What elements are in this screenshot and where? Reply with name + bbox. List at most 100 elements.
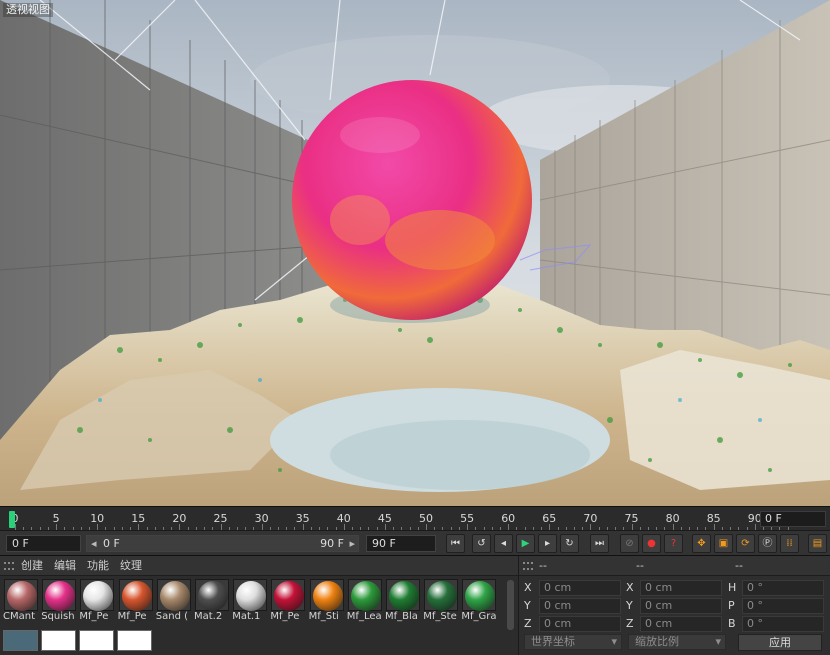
range-end-label: 90 F xyxy=(320,537,344,550)
record-button[interactable]: ● xyxy=(642,534,661,553)
coord-value-field[interactable]: 0 cm xyxy=(539,616,621,632)
record-icon: ● xyxy=(647,538,656,549)
material-swatch xyxy=(42,579,77,611)
playhead-marker[interactable] xyxy=(9,511,15,528)
material-preview-sphere xyxy=(465,581,496,611)
material-swatch xyxy=(195,579,229,611)
rotation-key-button[interactable]: ⟳ xyxy=(736,534,755,553)
material-item[interactable]: CMant xyxy=(3,578,39,622)
coordinate-system-dropdown[interactable]: 世界坐标 ▾ xyxy=(524,634,622,650)
material-name: Mat.1 xyxy=(232,611,261,622)
material-item[interactable]: Mf_Lea xyxy=(347,578,383,622)
viewport-title[interactable]: 透视视图 xyxy=(3,3,53,17)
range-right-arrow-icon: ▸ xyxy=(349,537,355,550)
coord-header-rot: -- xyxy=(735,559,743,572)
coord-axis-label: H xyxy=(728,581,737,594)
material-swatch xyxy=(271,579,306,611)
current-frame-field[interactable]: 0 F xyxy=(760,511,826,527)
record-off-button[interactable]: ⊘ xyxy=(620,534,639,553)
timeline-ruler[interactable]: 0 5 10 15 20 25 30 35 40 45 50 55 60 65 70 75 80 85 90 0 F xyxy=(0,506,830,530)
material-item[interactable]: Mf_Bla xyxy=(385,578,421,622)
coord-axis-label: B xyxy=(728,617,736,630)
end-frame-field[interactable]: 90 F xyxy=(366,535,436,552)
menu-function[interactable]: 功能 xyxy=(87,556,109,575)
material-item[interactable]: Mf_Pe xyxy=(118,578,154,622)
material-swatch xyxy=(4,579,38,611)
param-key-button[interactable]: Ⓟ xyxy=(758,534,777,553)
next-frame-button[interactable]: ▸ xyxy=(538,534,557,553)
p-icon: Ⓟ xyxy=(762,538,773,549)
material-preview-sphere xyxy=(274,581,305,611)
material-swatch xyxy=(80,579,115,611)
material-menu-bar: 创建 编辑 功能 纹理 xyxy=(0,556,518,576)
grid-key-button[interactable]: ⁞⁞ xyxy=(780,534,799,553)
material-preview-sphere xyxy=(427,581,458,611)
scale-mode-dropdown[interactable]: 缩放比例 ▾ xyxy=(628,634,726,650)
coord-value-field[interactable]: 0 cm xyxy=(640,598,722,614)
coord-value-field[interactable]: 0 cm xyxy=(539,598,621,614)
material-item[interactable]: Mf_Sti xyxy=(309,578,345,622)
material-item[interactable]: Mf_Pe xyxy=(270,578,306,622)
coord-value-field[interactable]: 0 ° xyxy=(742,598,824,614)
coord-header-size: -- xyxy=(636,559,644,572)
material-name: Mf_Pe xyxy=(117,611,147,622)
material-preview-sphere xyxy=(159,581,190,611)
material-thumb-blank[interactable] xyxy=(79,630,114,651)
material-item[interactable]: Mf_Gra xyxy=(461,578,497,622)
transport-bar: 0 F ◂ 0 F 90 F ▸ 90 F ⏮ ↺ ◂ ▶ ▸ ↻ ⏭ ⊘ ● … xyxy=(0,530,830,555)
go-to-end-button[interactable]: ⏭ xyxy=(590,534,609,553)
next-key-button[interactable]: ↻ xyxy=(560,534,579,553)
material-item[interactable]: Mf_Ste xyxy=(423,578,459,622)
material-item[interactable]: Squish xyxy=(41,578,77,622)
autokey-button[interactable]: ? xyxy=(664,534,683,553)
material-preview-sphere xyxy=(83,581,114,611)
menu-texture[interactable]: 纹理 xyxy=(120,556,142,575)
timeline-icon: ▤ xyxy=(812,538,823,549)
play-button[interactable]: ▶ xyxy=(516,534,535,553)
panel-grip-icon[interactable] xyxy=(4,562,14,570)
prev-key-icon: ↺ xyxy=(477,538,486,549)
scale-key-button[interactable]: ▣ xyxy=(714,534,733,553)
timeline-button[interactable]: ▤ xyxy=(808,534,827,553)
preview-range-slider[interactable]: ◂ 0 F 90 F ▸ xyxy=(86,535,359,552)
prev-frame-button[interactable]: ◂ xyxy=(494,534,513,553)
material-scrollbar[interactable] xyxy=(507,580,514,630)
move-key-button[interactable]: ✥ xyxy=(692,534,711,553)
coord-value-field[interactable]: 0 cm xyxy=(640,580,722,596)
prev-key-button[interactable]: ↺ xyxy=(472,534,491,553)
material-preview-sphere xyxy=(7,581,37,611)
material-item[interactable]: Mat.1 xyxy=(232,578,268,622)
menu-edit[interactable]: 编辑 xyxy=(54,556,76,575)
grid-icon: ⁞⁞ xyxy=(786,538,793,549)
coord-value-field[interactable]: 0 cm xyxy=(539,580,621,596)
apply-button[interactable]: 应用 xyxy=(738,634,822,651)
bottom-panels: 创建 编辑 功能 纹理 CMant Squish Mf_Pe Mf_Pe Sand (M… xyxy=(0,555,830,655)
material-name: Mf_Pe xyxy=(270,611,300,622)
coord-axis-label: Z xyxy=(524,617,532,630)
material-item[interactable]: Mat.2 xyxy=(194,578,230,622)
range-start-label: 0 F xyxy=(103,537,120,550)
panel-grip-icon[interactable] xyxy=(523,562,533,570)
coord-value-field[interactable]: 0 ° xyxy=(742,616,824,632)
coord-axis-label: P xyxy=(728,599,735,612)
material-swatch xyxy=(462,579,497,611)
material-manager: 创建 编辑 功能 纹理 CMant Squish Mf_Pe Mf_Pe Sand (M… xyxy=(0,556,518,655)
go-to-start-button[interactable]: ⏮ xyxy=(446,534,465,553)
scale-icon: ▣ xyxy=(718,538,729,549)
material-thumb-blank[interactable] xyxy=(117,630,152,651)
material-item[interactable]: Mf_Pe xyxy=(79,578,115,622)
next-key-icon: ↻ xyxy=(565,538,574,549)
frame-ruler[interactable]: 0 5 10 15 20 25 30 35 40 45 50 55 60 65 70 75 80 85 90 xyxy=(0,507,789,531)
material-thumb-extra[interactable] xyxy=(3,630,38,651)
material-thumb-blank[interactable] xyxy=(41,630,76,651)
start-frame-field[interactable]: 0 F xyxy=(6,535,81,552)
perspective-viewport[interactable]: 透视视图 xyxy=(0,0,830,506)
coord-value-field[interactable]: 0 cm xyxy=(640,616,722,632)
material-swatch xyxy=(233,579,268,611)
material-item[interactable]: Sand ( xyxy=(156,578,192,622)
menu-create[interactable]: 创建 xyxy=(21,556,43,575)
material-name: Mf_Gra xyxy=(461,611,497,622)
material-preview-sphere xyxy=(350,581,381,611)
coord-axis-label: X xyxy=(626,581,634,594)
coord-value-field[interactable]: 0 ° xyxy=(742,580,824,596)
